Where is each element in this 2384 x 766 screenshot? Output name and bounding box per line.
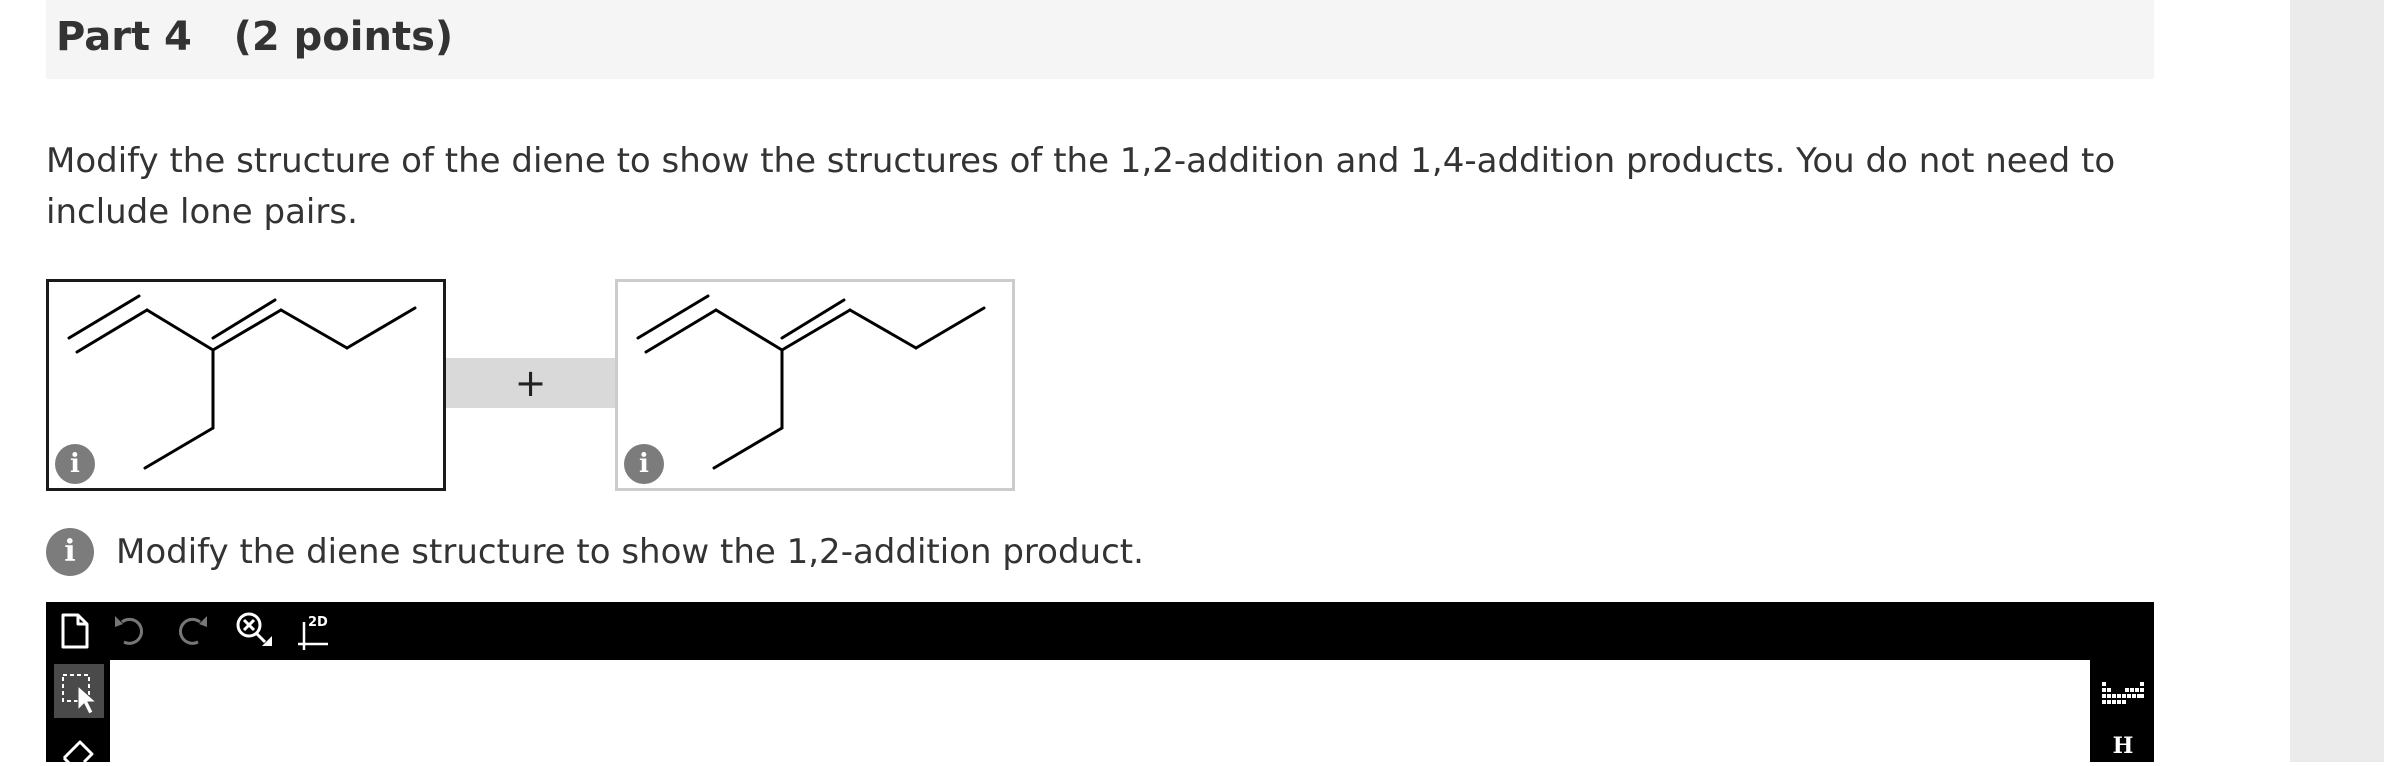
drawing-canvas[interactable] [110, 660, 2090, 762]
redo-icon[interactable] [170, 610, 212, 652]
plus-sign: + [514, 361, 547, 405]
hint-info-icon[interactable]: i [46, 528, 94, 576]
diene-structure-2 [636, 294, 986, 470]
2d-coordinates-icon[interactable]: 2D [292, 610, 334, 652]
part-title: Part 4 (2 points) [56, 14, 454, 60]
editor-right-toolbar: H [2090, 660, 2154, 762]
svg-text:2D: 2D [308, 615, 328, 630]
info-icon[interactable]: i [55, 444, 95, 484]
new-document-icon[interactable] [54, 610, 96, 652]
info-icon[interactable]: i [624, 444, 664, 484]
editor-toolbar: 2D [46, 602, 2154, 660]
undo-icon[interactable] [110, 610, 152, 652]
plus-separator: + [446, 358, 615, 408]
question-instruction: Modify the structure of the diene to sho… [46, 141, 2116, 232]
part-header: Part 4 (2 points) [46, 0, 2154, 79]
answer-box-1[interactable]: i [46, 279, 446, 491]
periodic-table-icon[interactable] [2100, 680, 2146, 706]
clear-zoom-icon[interactable] [232, 610, 274, 652]
diene-structure-1 [67, 294, 417, 470]
atom-h-button[interactable]: H [2100, 732, 2146, 760]
answer-box-2[interactable]: i [615, 279, 1015, 491]
eraser-icon[interactable] [54, 730, 104, 766]
editor-left-toolbar [46, 660, 110, 766]
right-gutter [2290, 0, 2384, 762]
select-tool-icon[interactable] [54, 664, 104, 718]
hint-text: Modify the diene structure to show the 1… [116, 532, 1144, 572]
